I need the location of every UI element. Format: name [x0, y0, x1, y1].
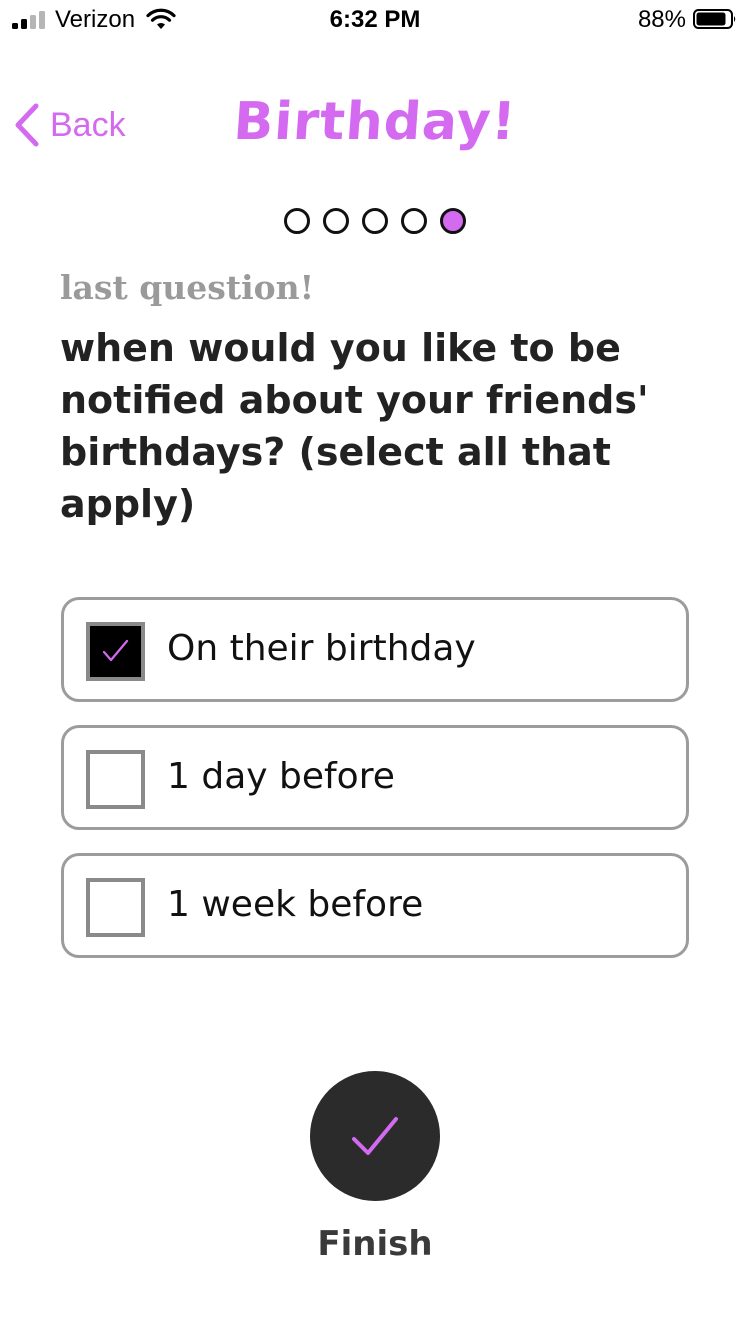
option-1-week-before[interactable]: 1 week before [61, 853, 689, 958]
option-1-day-before[interactable]: 1 day before [61, 725, 689, 830]
back-button[interactable]: Back [14, 100, 126, 150]
option-label: On their birthday [167, 628, 476, 669]
checkbox[interactable] [86, 878, 145, 937]
checkbox[interactable] [86, 622, 145, 681]
finish-label: Finish [317, 1224, 433, 1264]
option-label: 1 day before [167, 756, 395, 797]
option-on-their-birthday[interactable]: On their birthday [61, 597, 689, 702]
progress-dot [284, 208, 310, 234]
notification-preferences-screen: Verizon 6:32 PM 88% Back Birthday! last … [0, 0, 750, 1334]
progress-dot [401, 208, 427, 234]
question-text: when would you like to be notified about… [60, 326, 649, 526]
progress-dot-active [440, 208, 466, 234]
progress-indicator [0, 208, 750, 234]
option-label: 1 week before [167, 884, 424, 925]
finish-button[interactable] [310, 1071, 440, 1201]
back-label: Back [50, 105, 126, 144]
checkbox[interactable] [86, 750, 145, 809]
question-eyebrow: last question! [60, 268, 315, 307]
progress-dot [323, 208, 349, 234]
progress-dot [362, 208, 388, 234]
status-bar: Verizon 6:32 PM 88% [0, 0, 750, 40]
checkmark-icon [102, 639, 129, 662]
battery-percentage: 88% [637, 6, 686, 33]
checkmark-icon [352, 1117, 398, 1155]
chevron-left-icon [15, 103, 39, 147]
page-title: Birthday! [231, 92, 519, 152]
battery-icon [693, 9, 736, 29]
